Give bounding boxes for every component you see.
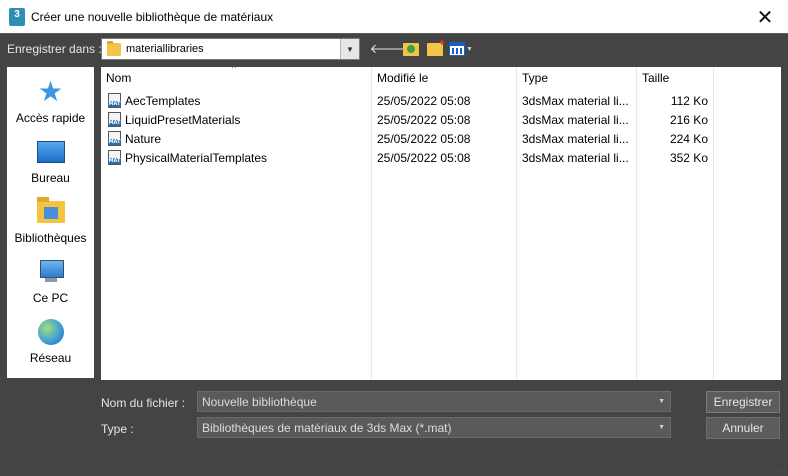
chevron-down-icon: ▼ <box>466 45 473 53</box>
place-label: Ce PC <box>32 291 69 305</box>
save-button[interactable]: Enregistrer <box>706 391 780 413</box>
file-row[interactable]: LiquidPresetMaterials 25/05/2022 05:08 3… <box>101 110 711 129</box>
file-row[interactable]: AecTemplates 25/05/2022 05:08 3dsMax mat… <box>101 91 711 110</box>
file-name: AecTemplates <box>125 93 201 108</box>
new-folder-icon <box>427 38 446 56</box>
place-desktop[interactable]: Bureau <box>7 135 94 195</box>
column-header-name[interactable]: Nom ^ <box>101 63 371 89</box>
view-menu-button[interactable]: ▼ <box>448 39 474 59</box>
column-header-type[interactable]: Type <box>517 67 637 89</box>
3dsmax-app-icon: 3 <box>9 7 25 26</box>
view-menu-icon <box>449 42 466 56</box>
mat-file-icon <box>108 131 121 146</box>
file-name: Nature <box>125 131 162 146</box>
place-label: Réseau <box>29 351 72 365</box>
save-in-location-combo[interactable]: materiallibraries ▼ <box>101 38 360 60</box>
filename-value: Nouvelle bibliothèque <box>202 394 317 409</box>
file-modified: 25/05/2022 05:08 <box>377 93 471 108</box>
save-in-location-text: materiallibraries <box>126 43 204 55</box>
place-quick-access[interactable]: ★ Accès rapide <box>7 75 94 135</box>
up-folder-icon <box>403 42 419 56</box>
column-divider <box>713 67 714 380</box>
title-separator <box>0 33 788 34</box>
pc-icon <box>37 260 65 284</box>
filetype-value: Bibliothèques de matériaux de 3ds Max (*… <box>202 420 452 435</box>
mat-file-icon <box>108 93 121 108</box>
file-list[interactable]: Nom ^ Modifié le Type Taille AecTemplate… <box>101 63 781 380</box>
save-in-label: Enregistrer dans : <box>7 42 102 56</box>
file-type: 3dsMax material li... <box>522 150 629 165</box>
place-network[interactable]: Réseau <box>7 315 94 375</box>
place-this-pc[interactable]: Ce PC <box>7 255 94 315</box>
cancel-button[interactable]: Annuler <box>706 417 780 439</box>
mat-file-icon <box>108 150 121 165</box>
file-row[interactable]: PhysicalMaterialTemplates 25/05/2022 05:… <box>101 148 711 167</box>
network-icon <box>37 319 64 345</box>
file-type: 3dsMax material li... <box>522 131 629 146</box>
chevron-down-icon[interactable]: ▼ <box>658 418 665 437</box>
file-size: 216 Ko <box>669 112 708 127</box>
file-modified: 25/05/2022 05:08 <box>377 112 471 127</box>
sort-ascending-icon: ^ <box>232 63 237 73</box>
filetype-combo[interactable]: Bibliothèques de matériaux de 3ds Max (*… <box>197 417 671 438</box>
file-name: LiquidPresetMaterials <box>125 112 241 127</box>
mat-file-icon <box>108 112 121 127</box>
file-row[interactable]: Nature 25/05/2022 05:08 3dsMax material … <box>101 129 711 148</box>
filename-combo[interactable]: Nouvelle bibliothèque ▼ <box>197 391 671 412</box>
title-bar: 3 Créer une nouvelle bibliothèque de mat… <box>0 0 788 33</box>
file-type: 3dsMax material li... <box>522 112 629 127</box>
file-modified: 25/05/2022 05:08 <box>377 150 471 165</box>
filename-label: Nom du fichier : <box>101 396 186 410</box>
file-modified: 25/05/2022 05:08 <box>377 131 471 146</box>
place-label: Accès rapide <box>15 111 86 125</box>
place-libraries[interactable]: Bibliothèques <box>7 195 94 255</box>
close-button[interactable]: ✕ <box>742 0 788 33</box>
navigation-toolbar: 🡐 ▼ <box>370 38 476 59</box>
places-bar: ★ Accès rapide Bureau Bibliothèques Ce P… <box>7 67 94 378</box>
column-header-modified[interactable]: Modifié le <box>372 67 517 89</box>
back-button[interactable]: 🡐 <box>370 39 405 59</box>
up-one-level-button[interactable] <box>400 39 422 59</box>
place-label: Bureau <box>31 171 70 185</box>
chevron-down-icon[interactable]: ▼ <box>340 39 359 59</box>
place-label: Bibliothèques <box>14 231 87 245</box>
file-type: 3dsMax material li... <box>522 93 629 108</box>
column-header-size[interactable]: Taille <box>637 67 713 89</box>
chevron-down-icon[interactable]: ▼ <box>658 392 665 411</box>
folder-icon <box>107 40 121 56</box>
file-name: PhysicalMaterialTemplates <box>125 150 268 165</box>
window-title: Créer une nouvelle bibliothèque de matér… <box>31 9 274 24</box>
resize-grip-icon[interactable]: ⋰ <box>778 466 786 474</box>
file-size: 352 Ko <box>669 150 708 165</box>
new-folder-button[interactable] <box>424 38 446 59</box>
file-size: 224 Ko <box>669 131 708 146</box>
file-size: 112 Ko <box>670 93 708 108</box>
desktop-icon <box>36 141 65 163</box>
star-icon: ★ <box>37 75 64 108</box>
filetype-label: Type : <box>101 422 134 436</box>
library-icon <box>36 197 65 223</box>
